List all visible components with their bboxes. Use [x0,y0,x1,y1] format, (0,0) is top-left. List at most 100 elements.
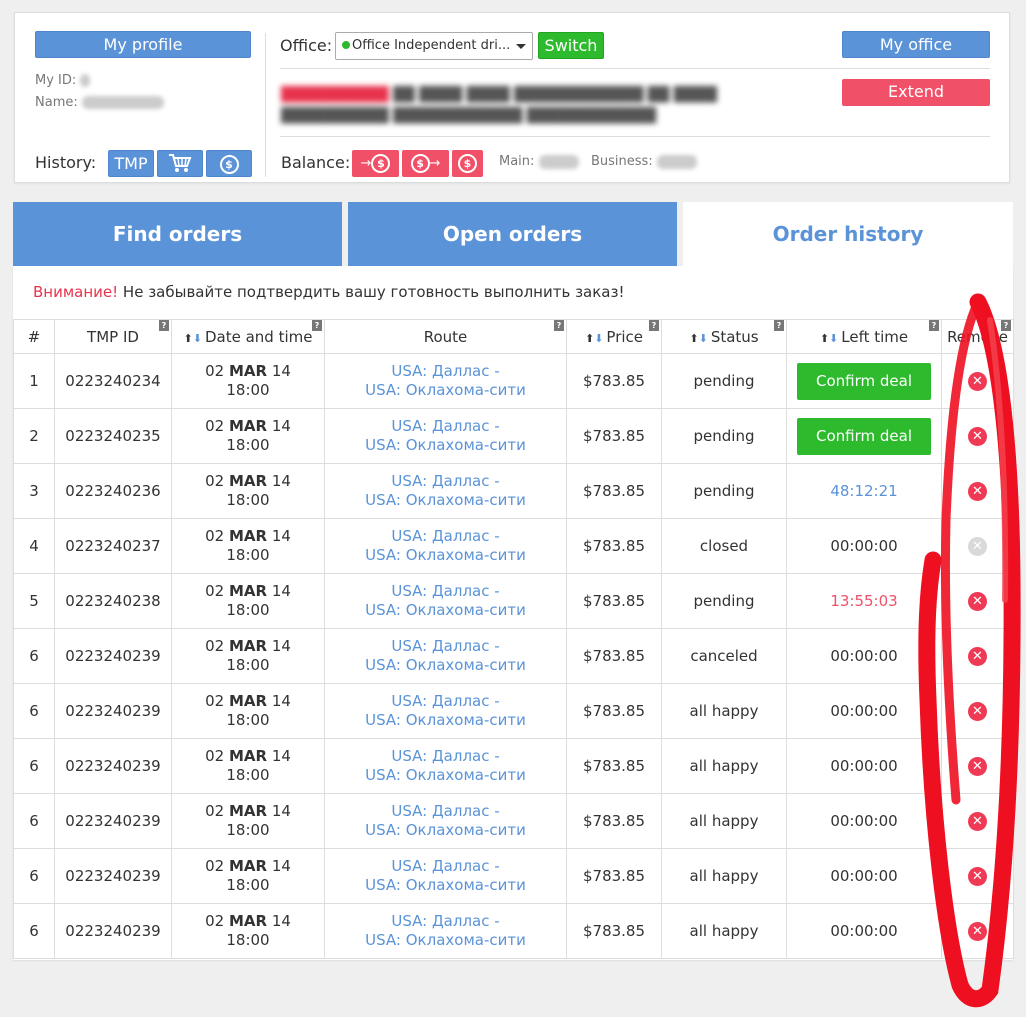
balance-exchange-button[interactable]: $ [452,150,483,177]
sort-icon[interactable]: ⬆⬇ [689,332,707,345]
table-row: 1 0223240234 02 MAR 14 18:00 USA: Даллас - US… [13,353,1014,409]
remove-x-icon[interactable]: ✕ [968,867,987,886]
route-from-link[interactable]: USA: Даллас - [391,582,499,600]
remove-x-icon[interactable]: ✕ [968,482,987,501]
status: all happy [661,793,787,849]
balance-deposit-button[interactable]: → $ [352,150,399,177]
route[interactable]: USA: Даллас - USA: Оклахома-сити [324,353,567,409]
tab-find-orders[interactable]: Find orders [13,202,342,266]
balance-withdraw-button[interactable]: $ → [402,150,449,177]
route-from-link[interactable]: USA: Даллас - [391,417,499,435]
route-from-link[interactable]: USA: Даллас - [391,527,499,545]
warning-prefix: Внимание! [33,283,119,301]
left-time: 00:00:00 [786,738,942,794]
confirm-deal-button[interactable]: Confirm deal [797,417,931,455]
left-time: 00:00:00 [786,683,942,739]
help-icon[interactable]: ? [774,320,784,331]
route-from-link[interactable]: USA: Даллас - [391,802,499,820]
route[interactable]: USA: Даллас - USA: Оклахома-сити [324,518,567,574]
route[interactable]: USA: Даллас - USA: Оклахома-сити [324,463,567,519]
left-time: 00:00:00 [786,903,942,959]
remove-x-icon[interactable]: ✕ [968,922,987,941]
tab-open-orders[interactable]: Open orders [348,202,677,266]
column-header-left-time[interactable]: ⬆⬇ Left time? [786,319,942,354]
left-time: Confirm deal [786,408,942,464]
help-icon[interactable]: ? [554,320,564,331]
row-number: 5 [13,573,55,629]
route-to-link[interactable]: USA: Оклахома-сити [365,546,526,564]
history-payments-button[interactable]: $ [206,150,252,177]
my-profile-button[interactable]: My profile [35,31,251,58]
status: all happy [661,848,787,904]
help-icon[interactable]: ? [649,320,659,331]
column-header-price[interactable]: ⬆⬇ Price? [566,319,662,354]
route-from-link[interactable]: USA: Даллас - [391,472,499,490]
sort-icon[interactable]: ⬆⬇ [820,332,838,345]
route[interactable]: USA: Даллас - USA: Оклахома-сити [324,738,567,794]
tmp-id: 0223240234 [54,353,172,409]
help-icon[interactable]: ? [312,320,322,331]
remove-cell: ✕ [941,463,1014,519]
history-tmp-button[interactable]: TMP [108,150,154,177]
route-from-link[interactable]: USA: Даллас - [391,912,499,930]
remove-x-icon[interactable]: ✕ [968,427,987,446]
remove-x-icon[interactable]: ✕ [968,592,987,611]
route[interactable]: USA: Даллас - USA: Оклахома-сити [324,793,567,849]
route-to-link[interactable]: USA: Оклахома-сити [365,766,526,784]
column-header-status[interactable]: ⬆⬇ Status? [661,319,787,354]
sort-icon[interactable]: ⬆⬇ [184,332,202,345]
help-icon[interactable]: ? [929,320,939,331]
confirm-deal-button[interactable]: Confirm deal [797,362,931,400]
route-to-link[interactable]: USA: Оклахома-сити [365,876,526,894]
switch-office-button[interactable]: Switch [538,32,604,59]
remove-x-icon[interactable]: ✕ [968,372,987,391]
name-row: Name: [35,95,164,110]
office-select[interactable]: Office Independent dri... [335,32,533,60]
route-from-link[interactable]: USA: Даллас - [391,637,499,655]
remove-x-icon[interactable]: ✕ [968,647,987,666]
route-to-link[interactable]: USA: Оклахома-сити [365,436,526,454]
help-icon[interactable]: ? [159,320,169,331]
route-from-link[interactable]: USA: Даллас - [391,362,499,380]
remove-cell: ✕ [941,683,1014,739]
route[interactable]: USA: Даллас - USA: Оклахома-сити [324,408,567,464]
price: $783.85 [566,573,662,629]
route-to-link[interactable]: USA: Оклахома-сити [365,381,526,399]
route[interactable]: USA: Даллас - USA: Оклахома-сити [324,683,567,739]
date-time: 02 MAR 14 18:00 [171,573,325,629]
remove-x-icon[interactable]: ✕ [968,757,987,776]
route-to-link[interactable]: USA: Оклахома-сити [365,711,526,729]
route[interactable]: USA: Даллас - USA: Оклахома-сити [324,848,567,904]
help-icon[interactable]: ? [1001,320,1011,331]
orders-table: # TMP ID? ⬆⬇ Date and time? Route? ⬆⬇ Pric… [13,319,1014,959]
route-to-link[interactable]: USA: Оклахома-сити [365,491,526,509]
column-header-number: # [13,319,55,354]
column-header-date[interactable]: ⬆⬇ Date and time? [171,319,325,354]
route-to-link[interactable]: USA: Оклахома-сити [365,656,526,674]
route-to-link[interactable]: USA: Оклахома-сити [365,601,526,619]
extend-button[interactable]: Extend [842,79,990,106]
divider [280,136,990,137]
route-from-link[interactable]: USA: Даллас - [391,747,499,765]
route-from-link[interactable]: USA: Даллас - [391,692,499,710]
route[interactable]: USA: Даллас - USA: Оклахома-сити [324,573,567,629]
date-time: 02 MAR 14 18:00 [171,518,325,574]
sort-icon[interactable]: ⬆⬇ [585,332,603,345]
table-row: 3 0223240236 02 MAR 14 18:00 USA: Даллас - US… [13,463,1014,519]
remove-cell: ✕ [941,353,1014,409]
route-to-link[interactable]: USA: Оклахома-сити [365,821,526,839]
tab-order-history[interactable]: Order history [683,202,1013,266]
left-time: 00:00:00 [786,848,942,904]
remove-x-icon[interactable]: ✕ [968,812,987,831]
route[interactable]: USA: Даллас - USA: Оклахома-сити [324,903,567,959]
remove-x-icon[interactable]: ✕ [968,702,987,721]
dollar-coin-icon: $ [410,154,430,173]
remove-cell: ✕ [941,573,1014,629]
date-time: 02 MAR 14 18:00 [171,683,325,739]
history-cart-button[interactable] [157,150,203,177]
my-office-button[interactable]: My office [842,31,990,58]
route-to-link[interactable]: USA: Оклахома-сити [365,931,526,949]
route-from-link[interactable]: USA: Даллас - [391,857,499,875]
route[interactable]: USA: Даллас - USA: Оклахома-сити [324,628,567,684]
remove-cell: ✕ [941,738,1014,794]
